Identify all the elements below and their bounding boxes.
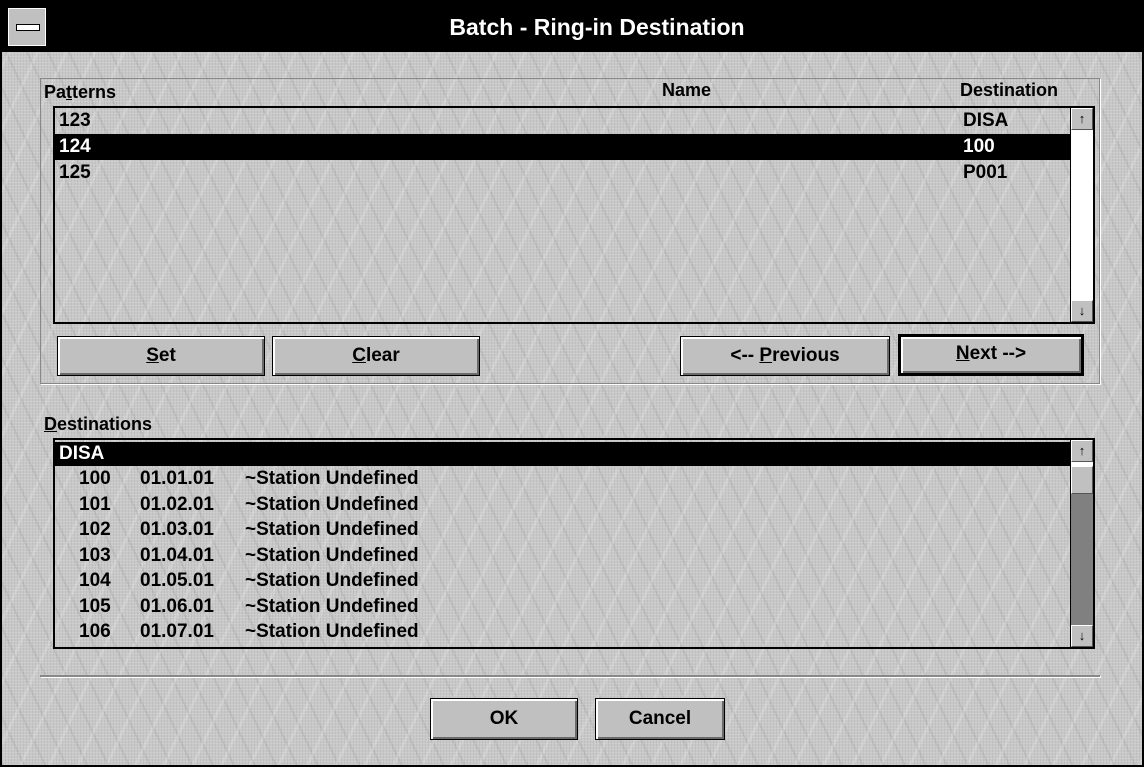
scroll-up-arrow-icon[interactable]: ↑ [1071,108,1093,130]
destinations-scrollbar[interactable]: ↑ ↓ [1070,440,1093,647]
previous-button[interactable]: <-- Previous [680,336,890,376]
destination-row[interactable]: 102 01.03.01 ~Station Undefined [55,517,1071,542]
scroll-track[interactable] [1071,494,1093,625]
destination-port: 01.04.01 [140,544,214,566]
destination-number: 102 [79,519,111,540]
destination-column-header: Destination [960,80,1059,100]
set-button[interactable]: Set [57,336,265,376]
destinations-label: Destinations [44,414,153,434]
separator [40,675,1100,677]
dialog-window: Batch - Ring-in Destination Patterns Nam… [0,0,1144,767]
destination-name: ~Station Undefined [245,519,419,540]
destination-name: ~Station Undefined [245,493,419,515]
destination-number: 103 [79,544,111,566]
pattern-destination: DISA [963,110,1009,131]
scroll-down-arrow-icon[interactable]: ↓ [1071,625,1093,647]
pattern-value: 123 [59,110,91,131]
destination-name: ~Station Undefined [245,621,419,642]
destination-name: ~Station Undefined [245,570,419,591]
destination-number: 105 [79,595,111,617]
system-menu-icon[interactable] [8,8,46,46]
patterns-scrollbar[interactable]: ↑ ↓ [1070,108,1093,322]
destination-row-selected[interactable]: DISA [55,442,1071,466]
destination-port: 01.06.01 [140,595,214,617]
destination-number: 104 [79,570,111,591]
destination-number: 106 [79,621,111,642]
destination-row[interactable]: 106 01.07.01 ~Station Undefined [55,619,1071,644]
destination-port: 01.01.01 [140,468,214,489]
name-column-header: Name [662,80,712,100]
destination-row[interactable]: 105 01.06.01 ~Station Undefined [55,594,1071,619]
cancel-button[interactable]: Cancel [595,698,725,740]
destination-port: 01.07.01 [140,621,214,642]
destination-port: 01.03.01 [140,519,214,540]
patterns-list[interactable]: 123 DISA 124 100 125 P001 ↑ ↓ [53,106,1095,324]
destination-name: ~Station Undefined [245,595,419,617]
next-button[interactable]: Next --> [898,334,1084,376]
pattern-row-selected[interactable]: 124 100 [55,134,1071,160]
patterns-label: Patterns [44,82,117,102]
ok-button[interactable]: OK [430,698,578,740]
destinations-list[interactable]: DISA 100 01.01.01 ~Station Undefined 101 01.… [53,438,1095,649]
destination-port: 01.02.01 [140,493,214,515]
pattern-destination: P001 [963,162,1008,183]
pattern-row[interactable]: 123 DISA [55,108,1071,134]
destination-row[interactable]: 103 01.04.01 ~Station Undefined [55,543,1071,568]
destination-name: ~Station Undefined [245,468,419,489]
destination-port: 01.05.01 [140,570,214,591]
destination-number: 100 [79,468,111,489]
clear-button[interactable]: Clear [272,336,480,376]
destination-row[interactable]: 101 01.02.01 ~Station Undefined [55,492,1071,517]
pattern-destination: 100 [963,136,995,157]
destination-disa: DISA [59,443,105,464]
destination-row[interactable]: 100 01.01.01 ~Station Undefined [55,466,1071,491]
title-bar[interactable]: Batch - Ring-in Destination [2,2,1142,52]
destination-name: ~Station Undefined [245,544,419,566]
pattern-row[interactable]: 125 P001 [55,160,1071,186]
destination-row[interactable]: 104 01.05.01 ~Station Undefined [55,568,1071,593]
scroll-up-arrow-icon[interactable]: ↑ [1071,440,1093,462]
scroll-down-arrow-icon[interactable]: ↓ [1071,300,1093,322]
destination-number: 101 [79,493,111,515]
scroll-thumb[interactable] [1071,466,1093,494]
pattern-value: 125 [59,162,91,183]
window-title: Batch - Ring-in Destination [449,14,745,40]
pattern-value: 124 [59,136,91,157]
